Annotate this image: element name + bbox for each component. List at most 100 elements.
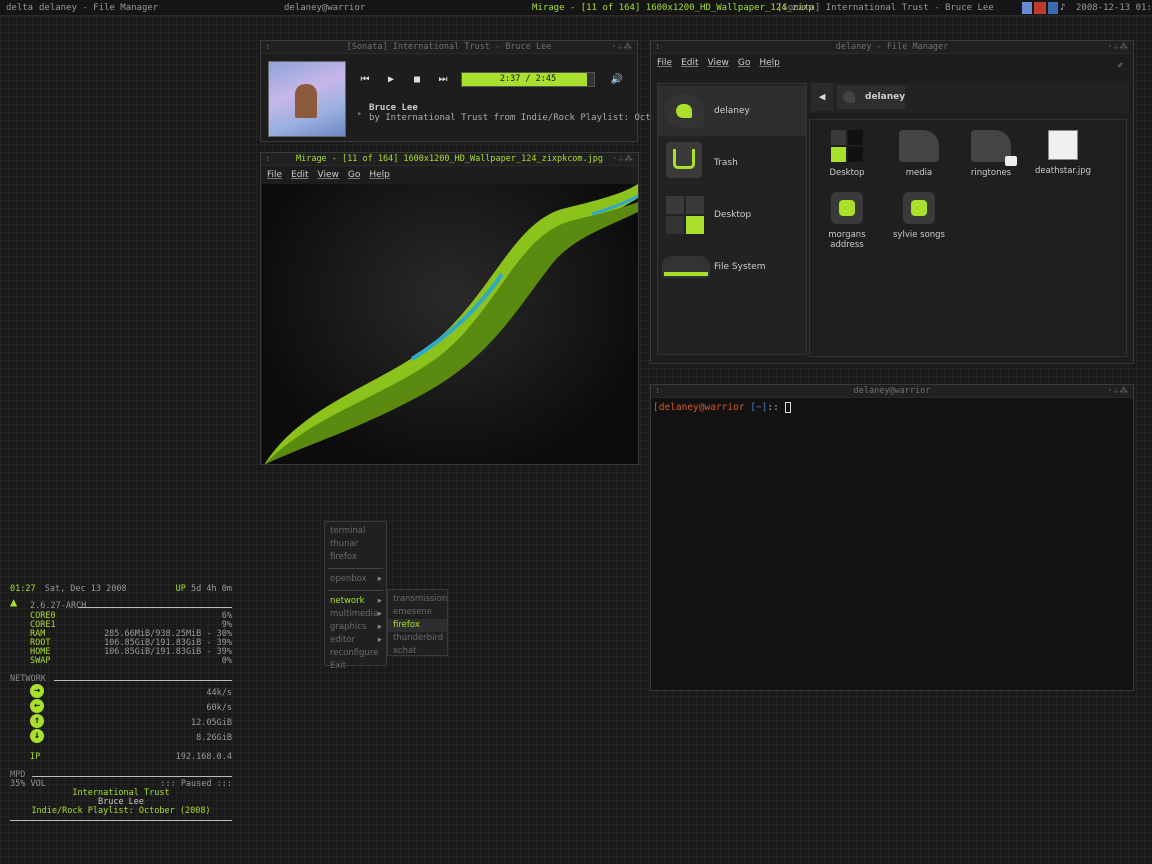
- conky-monitor: 01:27 Sat, Dec 13 2008 UP 5d 4h 0m ▲ 2.6…: [10, 584, 232, 824]
- file-item-media[interactable]: media: [886, 130, 952, 178]
- green-ribbon-graphic: [264, 184, 638, 464]
- systray: ♪: [1022, 2, 1070, 14]
- menu-item-network[interactable]: network ▸: [325, 595, 386, 608]
- contact-file-icon: [827, 192, 867, 224]
- arch-logo-icon: ▲: [10, 595, 18, 609]
- sonata-window: : [Sonata] International Trust - Bruce L…: [260, 40, 678, 142]
- menu-item-graphics[interactable]: graphics ▸: [325, 621, 386, 634]
- top-panel: delta delaney - File Manager delaney@war…: [0, 0, 1152, 16]
- sidebar: delaney Trash Desktop File System: [657, 83, 807, 355]
- mirage-menubar: File Edit View Go Help: [261, 166, 638, 184]
- progress-bar[interactable]: 2:37 / 2:45: [461, 72, 595, 87]
- submenu-arrow-icon: ▸: [377, 622, 382, 632]
- fm-menu-edit[interactable]: Edit: [681, 58, 698, 68]
- progress-time: 2:37 / 2:45: [499, 74, 557, 84]
- home-icon: [843, 91, 855, 103]
- throbber-icon: ✐: [1117, 61, 1123, 71]
- play-button[interactable]: ▶: [381, 73, 401, 87]
- menu-item-multimedia[interactable]: multimedia ▸: [325, 608, 386, 621]
- song-title: Bruce Lee: [369, 103, 418, 113]
- file-item-desktop[interactable]: Desktop: [814, 130, 880, 178]
- previous-button[interactable]: ⏮: [355, 73, 375, 87]
- fm-menu-help[interactable]: Help: [759, 58, 780, 68]
- submenu-item-transmission[interactable]: transmission: [388, 593, 447, 606]
- tray-app-icon[interactable]: [1022, 2, 1032, 14]
- sonata-titlebar[interactable]: : [Sonata] International Trust - Bruce L…: [261, 41, 637, 54]
- fm-menu-go[interactable]: Go: [738, 58, 750, 68]
- fm-menu-view[interactable]: View: [708, 58, 729, 68]
- menu-separator: [328, 590, 383, 591]
- taskbar-item-terminal[interactable]: delaney@warrior: [284, 0, 365, 16]
- taskbar-item-file-manager[interactable]: delaney - File Manager: [39, 0, 158, 16]
- desktop-icon: [827, 130, 867, 162]
- menu-item-editor[interactable]: editor ▸: [325, 634, 386, 647]
- root-menu: terminal thunar firefox openbox ▸ network ▸ mul…: [324, 521, 387, 671]
- expand-arrow-icon[interactable]: ▸: [357, 109, 362, 119]
- mirage-window: : Mirage - [11 of 164] 1600x1200_HD_Wall…: [260, 152, 639, 465]
- window-buttons[interactable]: ·∴⁂: [1107, 41, 1129, 53]
- album-art: [268, 61, 346, 137]
- submenu-arrow-icon: ▸: [377, 596, 382, 606]
- total-download: 12.05GiB: [191, 718, 232, 728]
- tray-network-icon[interactable]: [1048, 2, 1058, 14]
- menu-item-reconfigure[interactable]: reconfigure: [325, 647, 386, 660]
- stop-button[interactable]: ■: [407, 73, 427, 87]
- wallpaper-image: [262, 184, 638, 464]
- submenu-arrow-icon: ▸: [377, 609, 382, 619]
- back-arrow-icon[interactable]: ◀: [811, 83, 833, 111]
- workspace-label[interactable]: delta: [6, 0, 33, 16]
- submenu-item-firefox[interactable]: firefox: [388, 619, 447, 632]
- terminal-titlebar[interactable]: : delaney@warrior ·∴⁂: [651, 385, 1133, 398]
- submenu-item-emesene[interactable]: emesene: [388, 606, 447, 619]
- taskbar-item-mirage[interactable]: Mirage - [11 of 164] 1600x1200_HD_Wallpa…: [532, 0, 814, 16]
- path-button-delaney[interactable]: delaney: [837, 85, 905, 109]
- mirage-menu-go[interactable]: Go: [348, 170, 360, 180]
- location-bar: ◀ delaney: [809, 83, 1129, 113]
- window-buttons[interactable]: ·∴⁂: [611, 41, 633, 53]
- conky-stat-swap: SWAP 0%: [30, 656, 232, 666]
- tray-player-icon[interactable]: [1034, 2, 1046, 14]
- next-button[interactable]: ⏭: [433, 73, 453, 87]
- menu-item-firefox[interactable]: firefox: [325, 551, 386, 564]
- window-title: [Sonata] International Trust - Bruce Lee: [346, 42, 552, 52]
- sidebar-item-trash[interactable]: Trash: [658, 138, 806, 188]
- tray-volume-icon[interactable]: ♪: [1060, 2, 1070, 14]
- window-buttons[interactable]: ·∴⁂: [612, 153, 634, 165]
- menu-item-thunar[interactable]: thunar: [325, 538, 386, 551]
- conky-time: 01:27: [10, 584, 36, 594]
- file-manager-menubar: File Edit View Go Help: [651, 54, 1133, 72]
- file-item-ringtones[interactable]: ringtones: [958, 130, 1024, 178]
- volume-icon[interactable]: 🔊: [607, 73, 627, 87]
- mpd-album: Indie/Rock Playlist: October (2008): [31, 806, 211, 816]
- sidebar-item-file-system[interactable]: File System: [658, 242, 806, 292]
- file-manager-window: : delaney - File Manager ·∴⁂ File Edit Vie…: [650, 40, 1134, 364]
- sidebar-item-delaney[interactable]: delaney: [658, 86, 806, 136]
- terminal-window[interactable]: : delaney@warrior ·∴⁂ [delaney@warrior […: [650, 384, 1134, 691]
- desktop-icon: [662, 192, 706, 236]
- menu-item-openbox[interactable]: openbox ▸: [325, 573, 386, 586]
- terminal-prompt: [delaney@warrior [~]::: [653, 402, 791, 413]
- mirage-titlebar[interactable]: : Mirage - [11 of 164] 1600x1200_HD_Wall…: [261, 153, 638, 166]
- mirage-menu-help[interactable]: Help: [369, 170, 390, 180]
- fm-menu-file[interactable]: File: [657, 58, 672, 68]
- taskbar-item-sonata[interactable]: [Sonata] International Trust - Bruce Lee: [777, 0, 994, 16]
- upload-speed: 60k/s: [206, 703, 232, 713]
- trash-icon: [662, 140, 706, 184]
- submenu-item-xchat[interactable]: xchat: [388, 645, 447, 658]
- mirage-menu-file[interactable]: File: [267, 170, 282, 180]
- sidebar-item-desktop[interactable]: Desktop: [658, 190, 806, 240]
- mirage-menu-edit[interactable]: Edit: [291, 170, 308, 180]
- drive-icon: [662, 244, 710, 288]
- mirage-menu-view[interactable]: View: [318, 170, 339, 180]
- download-speed: 44k/s: [206, 688, 232, 698]
- file-item-sylvie-songs[interactable]: sylvie songs: [886, 192, 952, 240]
- menu-item-exit[interactable]: Exit: [325, 660, 386, 673]
- window-buttons[interactable]: ·∴⁂: [1107, 385, 1129, 397]
- menu-item-terminal[interactable]: terminal: [325, 525, 386, 538]
- file-view: Desktop media ringtones deathstar.jpg mo…: [809, 119, 1127, 357]
- file-item-deathstar[interactable]: deathstar.jpg: [1030, 130, 1096, 176]
- image-thumbnail-icon: [1048, 130, 1078, 160]
- submenu-item-thunderbird[interactable]: thunderbird: [388, 632, 447, 645]
- file-item-morgans-address[interactable]: morgans address: [814, 192, 880, 250]
- file-manager-titlebar[interactable]: : delaney - File Manager ·∴⁂: [651, 41, 1133, 54]
